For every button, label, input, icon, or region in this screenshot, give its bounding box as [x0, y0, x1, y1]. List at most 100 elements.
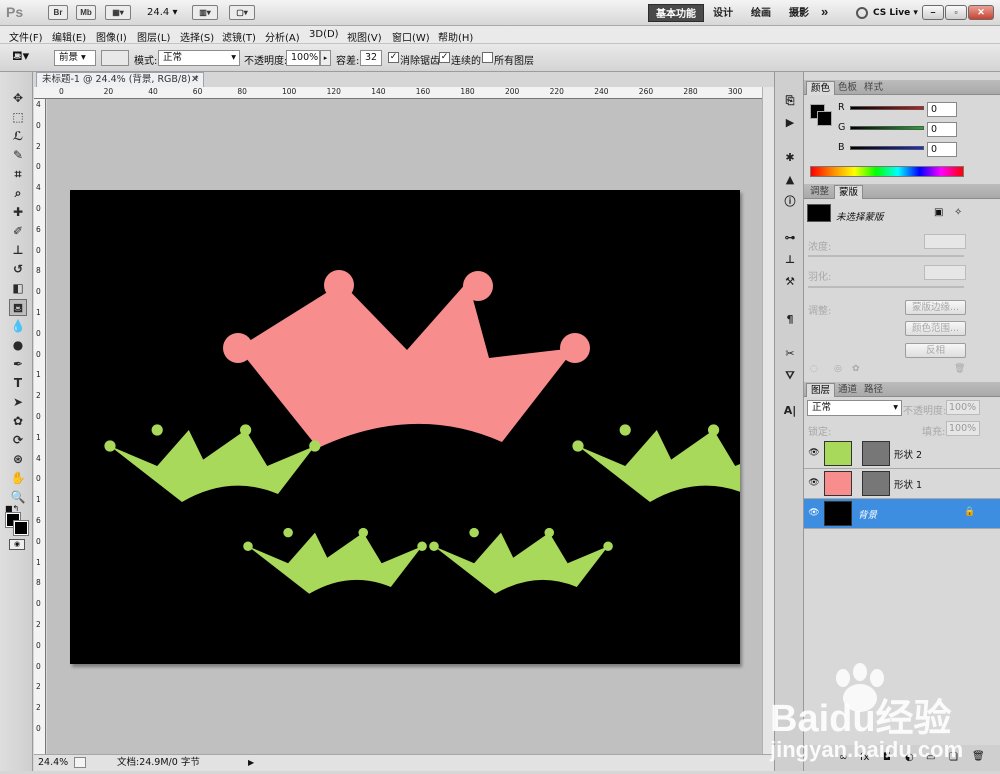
vertical-scrollbar[interactable]	[762, 87, 774, 754]
view-extras-button[interactable]: ▦▾	[105, 5, 131, 20]
more-workspaces-button[interactable]: »	[814, 4, 835, 22]
3d-orbit-tool-icon[interactable]: ⊛	[9, 451, 27, 468]
histogram-panel-icon[interactable]: ▲	[781, 171, 799, 189]
layer-row[interactable]: 👁 背景 🔒	[804, 499, 1000, 529]
move-tool-icon[interactable]: ✥	[9, 90, 27, 107]
menu-window[interactable]: 窗口(W)	[392, 29, 430, 44]
workspace-painting[interactable]: 绘画	[744, 4, 778, 22]
quick-mask-icon[interactable]: ◉	[9, 539, 25, 550]
mask-edge-button[interactable]: 蒙版边缘...	[905, 300, 966, 315]
paint-bucket-tool-icon[interactable]: ⛾	[9, 299, 27, 316]
status-menu-arrow[interactable]: ▶	[248, 755, 254, 770]
healing-brush-tool-icon[interactable]: ✚	[9, 204, 27, 221]
background-color-swatch[interactable]	[13, 520, 29, 536]
clone-stamp-tool-icon[interactable]: ⊥	[9, 242, 27, 259]
quick-select-tool-icon[interactable]: ✎	[9, 147, 27, 164]
blur-tool-icon[interactable]: 💧	[9, 318, 27, 335]
tab-masks[interactable]: 蒙版	[834, 185, 864, 199]
color-range-button[interactable]: 颜色范围...	[905, 321, 966, 336]
menu-help[interactable]: 帮助(H)	[438, 29, 473, 44]
masks-panel-icon[interactable]: ✂	[781, 345, 799, 363]
minimize-button[interactable]: –	[922, 5, 944, 20]
3d-rotate-tool-icon[interactable]: ⟳	[9, 432, 27, 449]
tab-adjustments[interactable]: 调整	[806, 185, 833, 199]
crop-tool-icon[interactable]: ⌗	[9, 166, 27, 183]
menu-image[interactable]: 图像(I)	[96, 29, 127, 44]
document-tab[interactable]: 未标题-1 @ 24.4% (背景, RGB/8) * ✕	[36, 72, 204, 87]
tab-layers[interactable]: 图层	[806, 383, 836, 397]
blend-mode-select[interactable]: 正常 ▾	[158, 50, 240, 66]
type-tool-icon[interactable]: T	[9, 375, 27, 392]
contiguous-checkbox[interactable]: ✓	[439, 52, 450, 63]
close-document-icon[interactable]: ✕	[191, 73, 199, 86]
tab-paths[interactable]: 路径	[860, 383, 887, 397]
tab-swatches[interactable]: 色板	[834, 81, 861, 95]
history-panel-icon[interactable]: ⎘	[781, 92, 799, 110]
menu-edit[interactable]: 编辑(E)	[52, 29, 86, 44]
menu-analysis[interactable]: 分析(A)	[265, 29, 300, 44]
pen-tool-icon[interactable]: ✒	[9, 356, 27, 373]
menu-file[interactable]: 文件(F)	[9, 29, 43, 44]
workspace-photography[interactable]: 摄影	[782, 4, 816, 22]
maximize-button[interactable]: ▫	[945, 5, 967, 20]
apply-mask-icon[interactable]: ◎	[834, 364, 842, 374]
delete-mask-icon[interactable]: 🗑	[954, 364, 965, 374]
zoom-level-select[interactable]: 24.4 ▾	[147, 7, 177, 18]
navigator-panel-icon[interactable]: ✱	[781, 149, 799, 167]
visibility-eye-icon[interactable]: 👁	[808, 508, 820, 518]
layer-opacity-input[interactable]: 100%	[946, 400, 980, 415]
color-background-swatch[interactable]	[817, 111, 832, 126]
actions-panel-icon[interactable]: ▶	[781, 114, 799, 132]
pattern-picker[interactable]	[101, 50, 129, 66]
status-info-icon[interactable]	[74, 757, 86, 768]
character-panel-icon[interactable]: A|	[781, 402, 799, 420]
clone-source-icon[interactable]: ⊥	[781, 251, 799, 269]
menu-filter[interactable]: 滤镜(T)	[222, 29, 256, 44]
opacity-slider-button[interactable]: ▸	[320, 50, 331, 66]
status-zoom-value[interactable]: 24.4%	[38, 755, 68, 770]
channel-slider[interactable]	[850, 106, 924, 110]
paint-bucket-preset-icon[interactable]: ⛾▾	[12, 49, 29, 66]
pixel-mask-icon[interactable]: ▣	[934, 207, 943, 218]
tolerance-input[interactable]: 32	[360, 50, 382, 66]
antialias-checkbox[interactable]: ✓	[388, 52, 399, 63]
opacity-input[interactable]: 100%	[286, 50, 320, 66]
layer-blend-mode-select[interactable]: 正常 ▾	[807, 400, 902, 416]
bridge-button[interactable]: Br	[48, 5, 68, 20]
default-colors-icon[interactable]: ■↰	[5, 504, 19, 513]
lasso-tool-icon[interactable]: ℒ	[9, 128, 27, 145]
tab-channels[interactable]: 通道	[834, 383, 861, 397]
close-button[interactable]: ✕	[968, 5, 994, 20]
color-spectrum-bar[interactable]	[810, 166, 964, 177]
workspace-essentials[interactable]: 基本功能	[648, 4, 704, 22]
tab-color[interactable]: 颜色	[806, 81, 836, 95]
marquee-tool-icon[interactable]: ⬚	[9, 109, 27, 126]
channel-value-input[interactable]: 0	[927, 122, 957, 137]
tool-presets-icon[interactable]: ⚒	[781, 273, 799, 291]
fill-source-select[interactable]: 前景 ▾	[54, 50, 96, 66]
tab-styles[interactable]: 样式	[860, 81, 887, 95]
brush-presets-icon[interactable]: ⊶	[781, 229, 799, 247]
layer-row[interactable]: 👁 形状 1	[804, 469, 1000, 499]
info-panel-icon[interactable]: ⓘ	[781, 193, 799, 211]
layer-fill-input[interactable]: 100%	[946, 421, 980, 436]
brush-tool-icon[interactable]: ✐	[9, 223, 27, 240]
visibility-eye-icon[interactable]: 👁	[808, 448, 820, 458]
vector-mask-icon[interactable]: ✧	[954, 207, 962, 218]
visibility-eye-icon[interactable]: 👁	[808, 478, 820, 488]
menu-layer[interactable]: 图层(L)	[137, 29, 170, 44]
channel-value-input[interactable]: 0	[927, 142, 957, 157]
load-selection-icon[interactable]: ◌	[810, 364, 818, 374]
document-canvas[interactable]	[70, 190, 789, 664]
channel-value-input[interactable]: 0	[927, 102, 957, 117]
eyedropper-tool-icon[interactable]: ⌕	[9, 185, 27, 202]
layer-row[interactable]: 👁 形状 2	[804, 439, 1000, 469]
invert-button[interactable]: 反相	[905, 343, 966, 358]
channel-slider[interactable]	[850, 146, 924, 150]
disable-mask-icon[interactable]: ✿	[852, 364, 860, 374]
screen-mode-button[interactable]: ▢▾	[229, 5, 255, 20]
all-layers-checkbox[interactable]	[482, 52, 493, 63]
minibridge-button[interactable]: Mb	[76, 5, 96, 20]
history-brush-tool-icon[interactable]: ↺	[9, 261, 27, 278]
menu-view[interactable]: 视图(V)	[347, 29, 382, 44]
